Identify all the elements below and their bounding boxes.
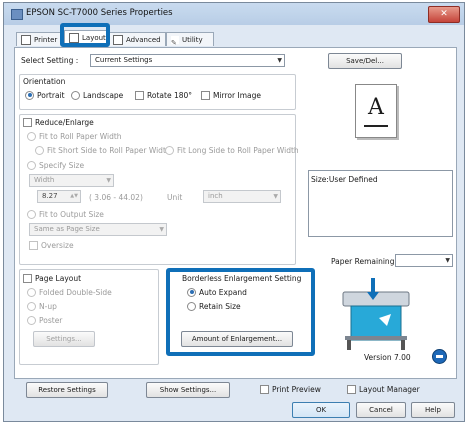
restore-settings-button[interactable]: Restore Settings [26, 382, 108, 398]
preview-baseline [364, 125, 388, 127]
width-value-input[interactable]: 8.27 ▲▼ [37, 190, 81, 203]
radio-icon [165, 145, 174, 155]
window-title: EPSON SC-T7000 Series Properties [26, 8, 173, 18]
chevron-down-icon: ▼ [159, 226, 164, 233]
landscape-radio[interactable]: Landscape [71, 90, 123, 101]
print-preview-checkbox[interactable]: Print Preview [260, 384, 321, 395]
page-layout-checkbox[interactable]: Page Layout [23, 273, 81, 284]
info-icon-bar [436, 355, 443, 358]
checkbox-icon [260, 384, 269, 394]
oversize-checkbox[interactable]: Oversize [29, 240, 74, 251]
page-layout-settings-button[interactable]: Settings... [33, 331, 95, 347]
fit-output-size-radio[interactable]: Fit to Output Size [27, 209, 104, 220]
cancel-button[interactable]: Cancel [356, 402, 406, 418]
fit-short-side-radio[interactable]: Fit Short Side to Roll Paper Width [35, 145, 171, 156]
checkbox-icon [347, 384, 356, 394]
mirror-image-checkbox[interactable]: Mirror Image [201, 90, 261, 101]
borderless-highlight [166, 268, 315, 356]
radio-icon [27, 209, 36, 219]
paper-remaining-label: Paper Remaining: [331, 257, 397, 266]
radio-selected-icon [25, 90, 34, 100]
help-button[interactable]: Help [411, 402, 455, 418]
properties-window: EPSON SC-T7000 Series Properties ✕ Print… [3, 2, 465, 422]
chevron-down-icon: ▼ [277, 57, 282, 64]
utility-icon: ✎ [171, 36, 179, 47]
radio-icon [27, 315, 36, 325]
width-range-text: ( 3.06 - 44.02) [89, 193, 143, 202]
save-del-button[interactable]: Save/Del... [328, 53, 402, 69]
poster-radio[interactable]: Poster [27, 315, 62, 326]
printer-icon [11, 9, 23, 20]
preview-letter: A [368, 95, 384, 120]
tab-advanced[interactable]: Advanced [108, 32, 166, 46]
layout-manager-checkbox[interactable]: Layout Manager [347, 384, 420, 395]
n-up-radio[interactable]: N-up [27, 301, 57, 312]
fit-roll-width-radio[interactable]: Fit to Roll Paper Width [27, 131, 122, 142]
large-format-printer-icon [342, 278, 410, 350]
select-setting-combo[interactable]: Current Settings ▼ [90, 54, 285, 67]
layout-panel: Select Setting : Current Settings ▼ Save/… [14, 47, 457, 379]
radio-icon [27, 160, 36, 170]
radio-icon [27, 287, 36, 297]
checkbox-icon [29, 240, 38, 250]
tab-utility[interactable]: ✎ Utility [166, 32, 214, 47]
folded-double-side-radio[interactable]: Folded Double-Side [27, 287, 112, 298]
checkbox-icon [23, 117, 32, 127]
portrait-radio[interactable]: Portrait [25, 90, 65, 101]
printer-settings-icon [21, 35, 31, 45]
size-mode-combo[interactable]: Width ▼ [29, 174, 114, 187]
paper-preview: A [355, 84, 397, 138]
unit-combo[interactable]: inch ▼ [203, 190, 281, 203]
printer-illustration [337, 274, 419, 352]
title-bar: EPSON SC-T7000 Series Properties ✕ [4, 3, 464, 25]
chevron-down-icon: ▼ [273, 193, 278, 200]
info-icon[interactable] [432, 349, 447, 364]
paper-remaining-combo[interactable]: ▼ [395, 254, 453, 267]
select-setting-label: Select Setting : [21, 56, 79, 65]
radio-icon [27, 301, 36, 311]
orientation-label: Orientation [23, 77, 66, 86]
fit-long-side-radio[interactable]: Fit Long Side to Roll Paper Width [165, 145, 299, 156]
checkbox-icon [135, 90, 144, 100]
output-size-combo[interactable]: Same as Page Size ▼ [29, 223, 167, 236]
chevron-down-icon: ▼ [445, 257, 450, 264]
checkbox-icon [23, 273, 32, 283]
specify-size-radio[interactable]: Specify Size [27, 160, 84, 171]
reduce-enlarge-checkbox[interactable]: Reduce/Enlarge [23, 117, 94, 128]
ok-button[interactable]: OK [292, 402, 350, 418]
advanced-icon [113, 35, 123, 45]
close-button[interactable]: ✕ [428, 6, 460, 23]
unit-label: Unit [167, 193, 183, 202]
layout-tab-highlight [60, 23, 110, 47]
size-info-box: Size:User Defined [308, 170, 453, 237]
show-settings-button[interactable]: Show Settings... [146, 382, 230, 398]
tab-printer-settings[interactable]: Printer Setting [16, 32, 64, 46]
checkbox-icon [201, 90, 210, 100]
radio-icon [71, 90, 80, 100]
rotate-180-checkbox[interactable]: Rotate 180° [135, 90, 192, 101]
radio-icon [27, 131, 36, 141]
chevron-down-icon: ▼ [106, 177, 111, 184]
size-text: Size:User Defined [311, 175, 378, 184]
spinner-icon[interactable]: ▲▼ [70, 191, 78, 202]
version-text: Version 7.00 [364, 353, 411, 362]
radio-icon [35, 145, 44, 155]
